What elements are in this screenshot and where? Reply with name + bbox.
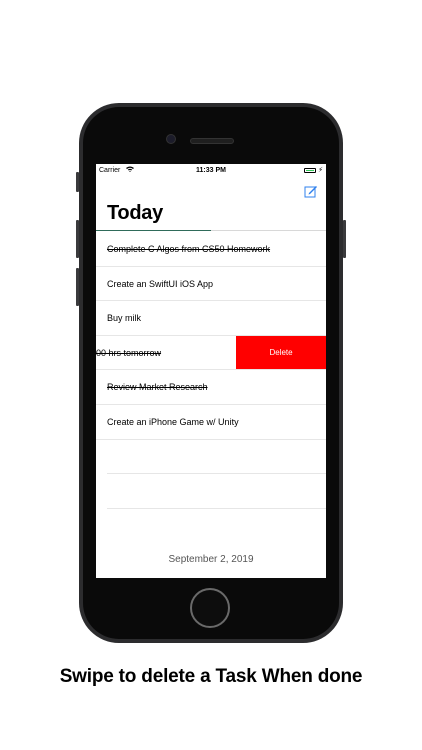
status-time: 11:33 PM (196, 167, 226, 174)
battery-icon (304, 168, 316, 173)
empty-row (107, 474, 326, 509)
caption: Swipe to delete a Task When done (59, 666, 363, 687)
delete-button[interactable]: Delete (236, 335, 326, 370)
task-row[interactable]: Complete C Algos from CS50 Homework (96, 232, 326, 267)
volume-down-button (76, 268, 79, 306)
front-camera (166, 134, 176, 144)
status-bar: Carrier 11:33 PM ⚡ (96, 164, 326, 178)
empty-row (107, 440, 326, 475)
earpiece-speaker (190, 138, 234, 144)
page-title: Today (107, 202, 163, 224)
task-row[interactable]: Create an SwiftUI iOS App (96, 267, 326, 302)
mute-switch (76, 172, 79, 192)
progress-fill (96, 230, 211, 231)
power-button (343, 220, 346, 258)
app-screen: Carrier 11:33 PM ⚡ Today Complete C Algo… (96, 164, 326, 578)
date-label: September 2, 2019 (168, 554, 254, 565)
task-row[interactable]: Create an iPhone Game w/ Unity (96, 405, 326, 440)
task-label: Buy milk (107, 313, 142, 324)
task-row[interactable]: Review Market Research (96, 370, 326, 405)
task-row[interactable]: Buy milk (96, 301, 326, 336)
task-label: 2000 hrs tomorrow (96, 347, 162, 358)
task-row[interactable]: 2000 hrs tomorrow Delete (96, 335, 326, 371)
task-label: Create an iPhone Game w/ Unity (107, 416, 239, 427)
compose-icon (304, 186, 317, 198)
task-label: Complete C Algos from CS50 Homework (107, 244, 271, 254)
task-list: Complete C Algos from CS50 Homework Creat… (96, 232, 326, 509)
charging-bolt-icon: ⚡ (318, 167, 323, 174)
compose-button[interactable] (304, 184, 318, 198)
volume-up-button (76, 220, 79, 258)
task-label: Review Market Research (107, 382, 208, 393)
home-button[interactable] (190, 588, 230, 628)
progress-bar (96, 230, 326, 231)
task-label: Create an SwiftUI iOS App (107, 278, 214, 289)
